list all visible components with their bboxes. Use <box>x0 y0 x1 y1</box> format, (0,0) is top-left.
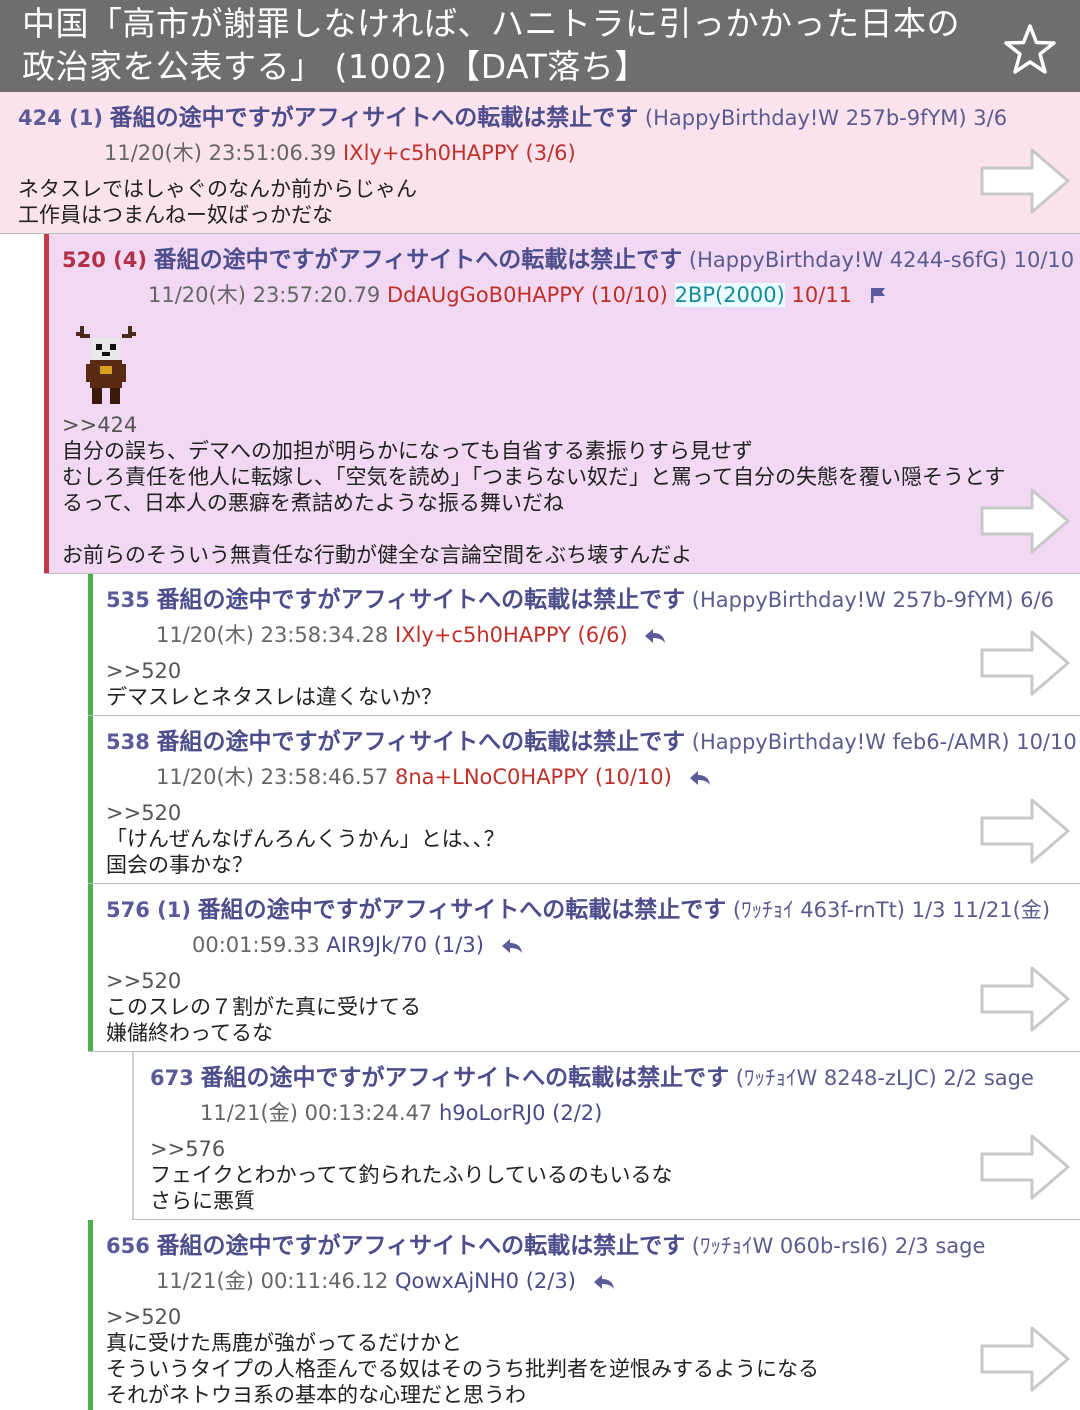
post-anchor[interactable]: >>520 <box>106 968 181 994</box>
post-body: デマスレとネタスレは違くないか？ <box>106 685 442 709</box>
post-meta: 11/20(木) 23:58:46.57 8na+LNoC0HAPPY (10/… <box>156 763 711 791</box>
post-meta: 11/20(木) 23:58:34.28 IXly+c5h0HAPPY (6/6… <box>156 621 666 649</box>
post-535: 535 番組の途中ですがアフィサイトへの転載は禁止です (HappyBirthd… <box>88 574 1080 716</box>
thread-depth-bar <box>88 1220 93 1410</box>
thread-depth-bar <box>44 234 49 573</box>
flag-icon[interactable] <box>869 286 887 304</box>
reply-icon[interactable] <box>501 938 523 954</box>
post-meta: 11/20(木) 23:57:20.79 DdAUgGoB0HAPPY (10/… <box>148 281 887 309</box>
post-name: 番組の途中ですがアフィサイトへの転載は禁止です <box>109 105 639 131</box>
arrow-right-outline-icon[interactable] <box>980 148 1070 214</box>
post-trip: (HappyBirthday!W 257b-9fYM) 3/6 <box>644 106 1008 130</box>
post-656: 656 番組の途中ですがアフィサイトへの転載は禁止です (ﾜｯﾁｮｲW 060b… <box>88 1220 1080 1410</box>
thread-depth-bar <box>88 574 93 715</box>
post-meta: 11/20(木) 23:51:06.39 IXly+c5h0HAPPY (3/6… <box>104 139 576 167</box>
post-trip: (HappyBirthday!W 257b-9fYM) 6/6 <box>691 588 1054 612</box>
reply-icon[interactable] <box>593 1274 615 1290</box>
post-body: ネタスレではしゃぐのなんか前からじゃん 工作員はつまんねー奴ばっかだな <box>18 177 417 227</box>
post-number[interactable]: 656 <box>106 1234 150 1258</box>
thread-header: 中国「高市が謝罪しなければ、ハニトラに引っかかった日本の政治家を公表する」 (1… <box>0 0 1080 92</box>
post-body: 真に受けた馬鹿が強がってるだけかと そういうタイプの人格歪んでる奴はそのうち批判… <box>106 1331 819 1407</box>
post-anchor[interactable]: >>520 <box>106 1304 181 1330</box>
arrow-right-outline-icon[interactable] <box>980 1326 1070 1392</box>
post-id[interactable]: DdAUgGoB0HAPPY (10/10) <box>387 283 668 307</box>
post-name: 番組の途中ですがアフィサイトへの転載は禁止です <box>156 587 686 613</box>
post-anchor[interactable]: >>520 <box>106 658 181 684</box>
post-anchor[interactable]: >>576 <box>150 1136 225 1162</box>
post-body: 自分の誤ち、デマへの加担が明らかになっても自省する素振りすら見せず むしろ責任を… <box>62 439 1006 567</box>
post-header: 656 番組の途中ですがアフィサイトへの転載は禁止です (ﾜｯﾁｮｲW 060b… <box>106 1232 985 1260</box>
post-header: 673 番組の途中ですがアフィサイトへの転載は禁止です (ﾜｯﾁｮｲW 8248… <box>150 1064 1034 1092</box>
post-673: 673 番組の途中ですがアフィサイトへの転載は禁止です (ﾜｯﾁｮｲW 8248… <box>132 1052 1080 1220</box>
post-name: 番組の途中ですがアフィサイトへの転載は禁止です <box>197 897 727 923</box>
post-number[interactable]: 576 (1) <box>106 898 191 922</box>
arrow-right-outline-icon[interactable] <box>980 798 1070 864</box>
post-datetime: 11/21(金) 00:11:46.12 <box>156 1269 389 1293</box>
post-id[interactable]: IXly+c5h0HAPPY (3/6) <box>343 141 576 165</box>
post-meta: 11/21(金) 00:11:46.12 QowxAjNH0 (2/3) <box>156 1267 615 1295</box>
post-name: 番組の途中ですがアフィサイトへの転載は禁止です <box>156 1233 686 1259</box>
post-body: 「けんぜんなげんろんくうかん」とは､､？ 国会の事かな？ <box>106 827 505 877</box>
post-datetime: 00:01:59.33 <box>192 933 320 957</box>
post-header: 535 番組の途中ですがアフィサイトへの転載は禁止です (HappyBirthd… <box>106 586 1054 614</box>
post-count: 10/11 <box>791 283 853 307</box>
post-header: 424 (1) 番組の途中ですがアフィサイトへの転載は禁止です (HappyBi… <box>18 104 1007 132</box>
thread-title: 中国「高市が謝罪しなければ、ハニトラに引っかかった日本の政治家を公表する」 (1… <box>22 4 960 86</box>
post-id[interactable]: h9oLorRJ0 (2/2) <box>439 1101 602 1125</box>
post-header: 538 番組の途中ですがアフィサイトへの転載は禁止です (HappyBirthd… <box>106 728 1077 756</box>
post-number[interactable]: 535 <box>106 588 150 612</box>
post-number[interactable]: 520 (4) <box>62 248 147 272</box>
post-trip: (HappyBirthday!W 4244-s6fG) 10/10 <box>688 248 1075 272</box>
reply-icon[interactable] <box>689 770 711 786</box>
post-anchor[interactable]: >>520 <box>106 800 181 826</box>
post-name: 番組の途中ですがアフィサイトへの転載は禁止です <box>200 1065 730 1091</box>
post-name: 番組の途中ですがアフィサイトへの転載は禁止です <box>153 247 683 273</box>
post-424: 424 (1) 番組の途中ですがアフィサイトへの転載は禁止です (HappyBi… <box>0 92 1080 234</box>
post-datetime: 11/20(木) 23:58:34.28 <box>156 623 389 647</box>
post-trip: (ﾜｯﾁｮｲW 8248-zLJC) 2/2 sage <box>735 1066 1034 1090</box>
post-576: 576 (1) 番組の途中ですがアフィサイトへの転載は禁止です (ﾜｯﾁｮｲ 4… <box>88 884 1080 1052</box>
post-datetime: 11/21(金) 00:13:24.47 <box>200 1101 433 1125</box>
post-header: 520 (4) 番組の途中ですがアフィサイトへの転載は禁止です (HappyBi… <box>62 246 1074 274</box>
post-id[interactable]: 8na+LNoC0HAPPY (10/10) <box>395 765 672 789</box>
thread-depth-bar <box>132 1052 134 1219</box>
post-body: このスレの７割がた真に受けてる 嫌儲終わってるな <box>106 995 421 1045</box>
post-datetime: 11/20(木) 23:57:20.79 <box>148 283 381 307</box>
post-538: 538 番組の途中ですがアフィサイトへの転載は禁止です (HappyBirthd… <box>88 716 1080 884</box>
post-number[interactable]: 538 <box>106 730 150 754</box>
arrow-right-outline-icon[interactable] <box>980 1134 1070 1200</box>
post-id[interactable]: IXly+c5h0HAPPY (6/6) <box>395 623 628 647</box>
post-header: 576 (1) 番組の途中ですがアフィサイトへの転載は禁止です (ﾜｯﾁｮｲ 4… <box>106 896 1050 924</box>
post-name: 番組の途中ですがアフィサイトへの転載は禁止です <box>156 729 686 755</box>
post-anchor[interactable]: >>424 <box>62 412 137 438</box>
post-number[interactable]: 673 <box>150 1066 194 1090</box>
post-trip: (HappyBirthday!W feb6-/AMR) 10/10 <box>691 730 1077 754</box>
post-datetime: 11/20(木) 23:58:46.57 <box>156 765 389 789</box>
post-meta: 00:01:59.33 AIR9Jk/70 (1/3) <box>192 931 523 959</box>
thread-depth-bar <box>88 716 93 883</box>
post-520: 520 (4) 番組の途中ですがアフィサイトへの転載は禁止です (HappyBi… <box>44 234 1080 574</box>
reply-icon[interactable] <box>644 628 666 644</box>
post-id[interactable]: QowxAjNH0 (2/3) <box>395 1269 576 1293</box>
be-points[interactable]: 2BP(2000) <box>674 283 785 307</box>
post-trip: (ﾜｯﾁｮｲ 463f-rnTt) 1/3 11/21(金) <box>732 898 1051 922</box>
post-body: フェイクとわかってて釣られたふりしているのもいるな さらに悪質 <box>150 1163 673 1213</box>
reindeer-avatar-icon <box>76 326 136 404</box>
arrow-right-outline-icon[interactable] <box>980 488 1070 554</box>
arrow-right-outline-icon[interactable] <box>980 966 1070 1032</box>
thread-depth-bar <box>88 884 93 1051</box>
star-outline-icon[interactable] <box>1002 22 1058 78</box>
post-trip: (ﾜｯﾁｮｲW 060b-rsI6) 2/3 sage <box>691 1234 986 1258</box>
post-datetime: 11/20(木) 23:51:06.39 <box>104 141 337 165</box>
post-meta: 11/21(金) 00:13:24.47 h9oLorRJ0 (2/2) <box>200 1099 602 1127</box>
arrow-right-outline-icon[interactable] <box>980 630 1070 696</box>
post-number[interactable]: 424 (1) <box>18 106 103 130</box>
post-id[interactable]: AIR9Jk/70 (1/3) <box>326 933 484 957</box>
